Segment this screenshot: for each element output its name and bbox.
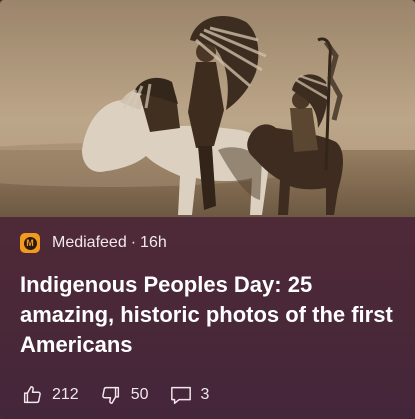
comment-count: 3 bbox=[200, 386, 210, 403]
dislike-button[interactable]: 50 bbox=[99, 383, 149, 407]
sepia-photo bbox=[0, 0, 415, 217]
article-headline[interactable]: Indigenous Peoples Day: 25 amazing, hist… bbox=[20, 270, 398, 360]
like-count: 212 bbox=[52, 386, 79, 403]
separator-dot: · bbox=[130, 234, 137, 251]
source-row[interactable]: M Mediafeed · 16h bbox=[20, 232, 167, 254]
reaction-bar: 212 50 3 bbox=[20, 383, 229, 407]
dislike-count: 50 bbox=[130, 386, 149, 403]
thumbs-down-icon bbox=[99, 383, 123, 407]
post-age: 16h bbox=[140, 234, 167, 251]
logo-letter: M bbox=[23, 236, 37, 250]
thumbs-up-icon bbox=[20, 383, 44, 407]
article-image[interactable] bbox=[0, 0, 415, 217]
news-card[interactable]: M Mediafeed · 16h Indigenous Peoples Day… bbox=[0, 0, 415, 419]
source-name[interactable]: Mediafeed bbox=[52, 234, 127, 252]
comment-button[interactable]: 3 bbox=[169, 383, 210, 407]
like-button[interactable]: 212 bbox=[20, 383, 79, 407]
comment-icon bbox=[169, 383, 193, 407]
mediafeed-logo-icon: M bbox=[20, 233, 40, 253]
